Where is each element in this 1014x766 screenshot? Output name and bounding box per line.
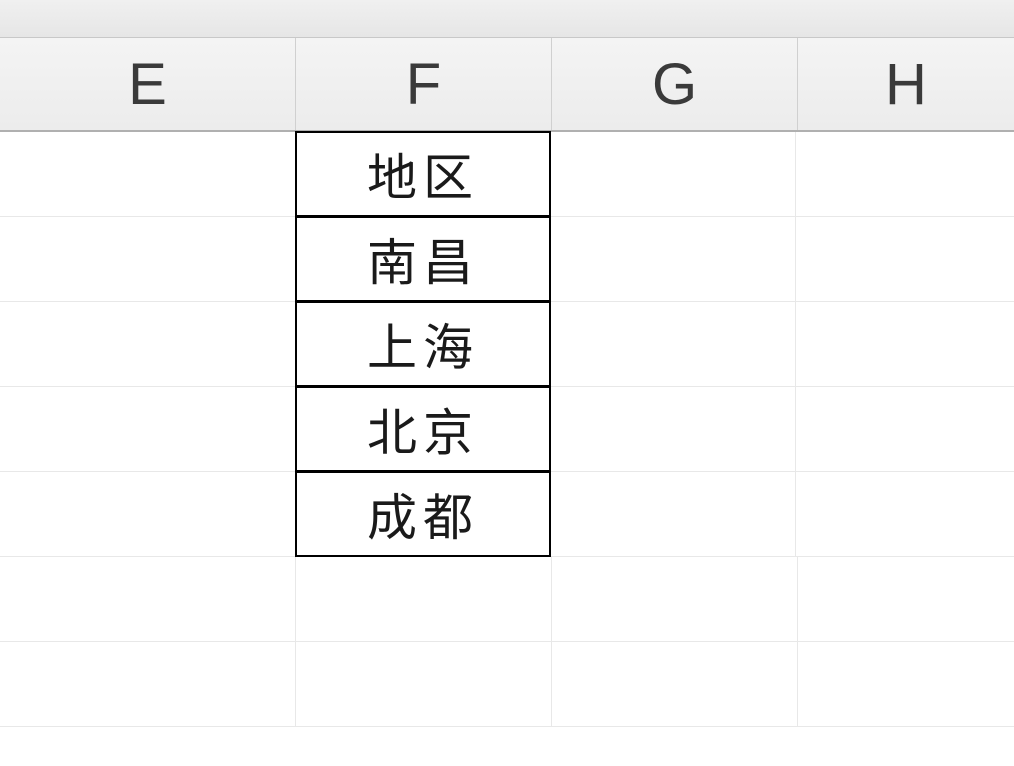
- cell-f3[interactable]: 上海: [295, 301, 551, 387]
- cell-h4[interactable]: [796, 387, 1012, 471]
- cell-f1[interactable]: 地区: [295, 131, 551, 217]
- cell-h7[interactable]: [798, 642, 1014, 726]
- cell-g1[interactable]: [550, 132, 796, 216]
- table-row: 上海: [0, 302, 1014, 387]
- column-header-f[interactable]: F: [296, 38, 552, 130]
- cell-e3[interactable]: [0, 302, 296, 386]
- table-row: 成都: [0, 472, 1014, 557]
- cell-f2[interactable]: 南昌: [295, 216, 551, 302]
- cell-e7[interactable]: [0, 642, 296, 726]
- cell-h1[interactable]: [796, 132, 1012, 216]
- table-row: 北京: [0, 387, 1014, 472]
- table-row: 地区: [0, 132, 1014, 217]
- column-header-row: E F G H: [0, 38, 1014, 132]
- cell-h2[interactable]: [796, 217, 1012, 301]
- cell-e4[interactable]: [0, 387, 296, 471]
- cell-f5[interactable]: 成都: [295, 471, 551, 557]
- cell-g2[interactable]: [550, 217, 796, 301]
- ribbon-bar: [0, 0, 1014, 38]
- cell-e2[interactable]: [0, 217, 296, 301]
- cell-f6[interactable]: [296, 557, 552, 641]
- column-header-h[interactable]: H: [798, 38, 1014, 130]
- table-row: 南昌: [0, 217, 1014, 302]
- cell-g7[interactable]: [552, 642, 798, 726]
- cell-g5[interactable]: [550, 472, 796, 556]
- table-row: [0, 557, 1014, 642]
- spreadsheet-container: E F G H 地区 南昌 上海 北京 成都: [0, 0, 1014, 766]
- cell-h6[interactable]: [798, 557, 1014, 641]
- cell-e6[interactable]: [0, 557, 296, 641]
- table-row: [0, 642, 1014, 727]
- cell-g4[interactable]: [550, 387, 796, 471]
- cell-h5[interactable]: [796, 472, 1012, 556]
- cell-e1[interactable]: [0, 132, 296, 216]
- cell-h3[interactable]: [796, 302, 1012, 386]
- column-header-g[interactable]: G: [552, 38, 798, 130]
- cell-g6[interactable]: [552, 557, 798, 641]
- cell-f4[interactable]: 北京: [295, 386, 551, 472]
- cell-g3[interactable]: [550, 302, 796, 386]
- cell-f7[interactable]: [296, 642, 552, 726]
- cell-e5[interactable]: [0, 472, 296, 556]
- column-header-e[interactable]: E: [0, 38, 296, 130]
